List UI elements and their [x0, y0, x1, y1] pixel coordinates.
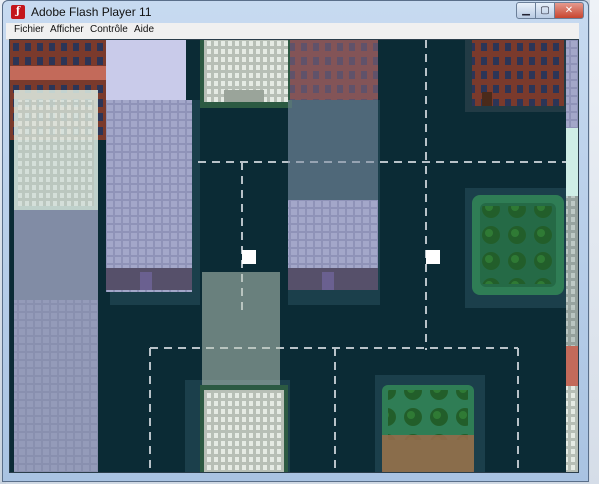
player-marker[interactable]: [242, 250, 256, 264]
building-door: [322, 272, 334, 290]
trees: [482, 206, 554, 284]
minimize-icon: ▁: [522, 5, 530, 16]
building-windows: [290, 40, 378, 100]
building-awning: [566, 346, 578, 386]
building-roof: [106, 40, 186, 100]
menu-aide[interactable]: Aide: [134, 24, 154, 35]
dirt-plot: [382, 435, 474, 472]
building-awning: [10, 66, 106, 80]
building: [566, 128, 578, 196]
building: [204, 390, 284, 472]
window-title: Adobe Flash Player 11: [31, 5, 152, 19]
game-stage[interactable]: [9, 39, 579, 473]
flash-icon: ƒ: [11, 5, 25, 19]
menu-afficher[interactable]: Afficher: [50, 24, 84, 35]
menu-bar: Fichier Afficher Contrôle Aide: [6, 23, 579, 40]
tall-building: [202, 272, 280, 392]
menu-fichier[interactable]: Fichier: [14, 24, 44, 35]
maximize-icon: ▢: [540, 5, 550, 16]
building: [566, 40, 578, 130]
close-icon: ✕: [564, 5, 574, 16]
desktop-background-right: [590, 0, 599, 484]
lavender-building: [288, 200, 378, 270]
menu-controle[interactable]: Contrôle: [90, 24, 128, 35]
tall-building-windows: [18, 100, 94, 206]
minimize-button[interactable]: ▁: [516, 2, 536, 19]
title-bar[interactable]: ƒ Adobe Flash Player 11 ▁ ▢ ✕: [3, 1, 588, 23]
building-door: [140, 272, 152, 290]
lavender-building: [106, 100, 192, 292]
building-door: [224, 90, 264, 102]
building: [566, 196, 578, 346]
close-button[interactable]: ✕: [554, 2, 584, 19]
player-marker[interactable]: [426, 250, 440, 264]
building: [566, 386, 578, 472]
trees: [388, 390, 468, 440]
building-door: [482, 92, 492, 106]
tall-building: [288, 100, 378, 210]
maximize-button[interactable]: ▢: [535, 2, 555, 19]
game-scene: [10, 40, 578, 472]
tall-building-windows: [14, 300, 98, 472]
